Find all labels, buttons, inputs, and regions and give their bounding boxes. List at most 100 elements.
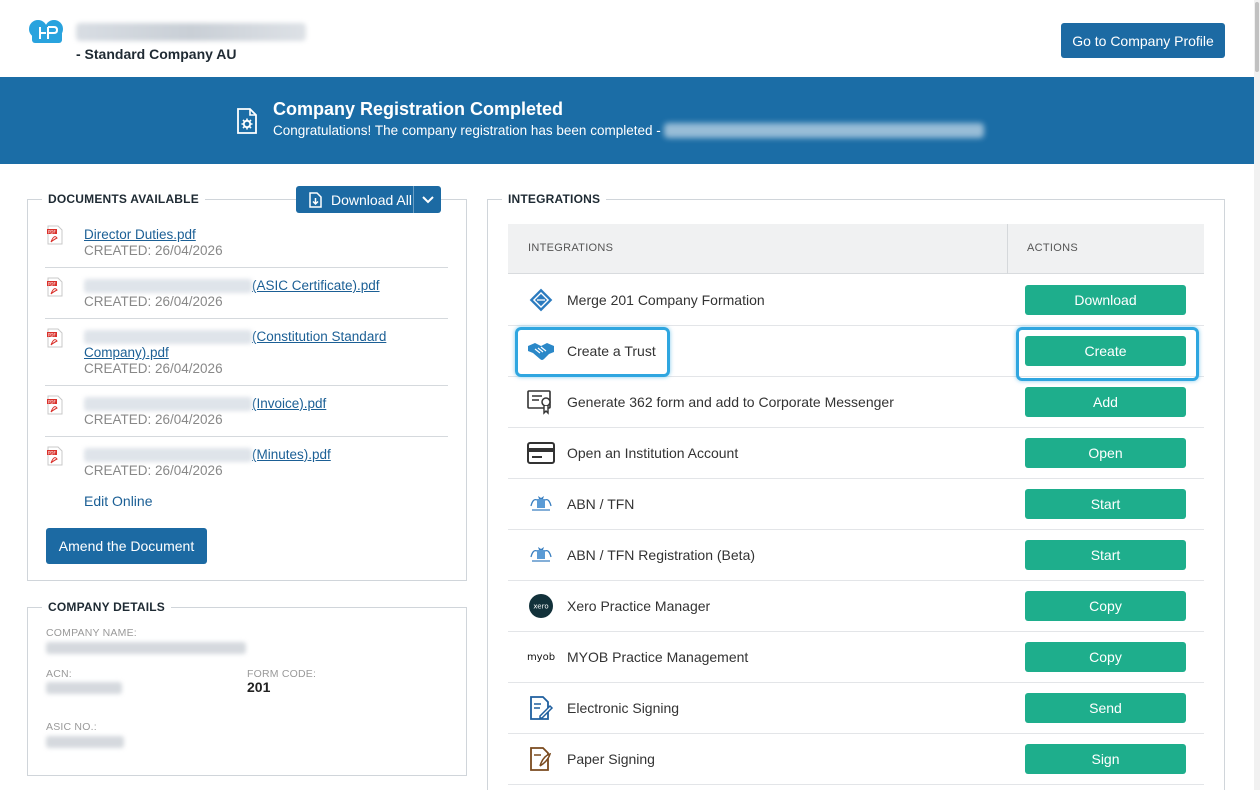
highlight-create-trust-label (515, 327, 670, 377)
amend-document-button[interactable]: Amend the Document (46, 528, 207, 564)
add-button[interactable]: Add (1025, 387, 1186, 417)
card-icon (527, 439, 555, 467)
banner-message: Congratulations! The company registratio… (273, 123, 661, 138)
company-logo-icon (29, 20, 63, 43)
myob-icon: myob (527, 643, 555, 671)
table-row: Merge 201 Company Formation Download (508, 275, 1204, 326)
open-button[interactable]: Open (1025, 438, 1186, 468)
start-button[interactable]: Start (1025, 540, 1186, 570)
svg-text:PDF: PDF (48, 399, 56, 404)
company-details-title: COMPANY DETAILS (42, 600, 172, 614)
document-suffix: (Minutes).pdf (252, 447, 331, 462)
document-gear-icon (237, 108, 257, 134)
download-divider (413, 186, 414, 213)
pdf-icon: PDF (47, 225, 63, 245)
table-row: myob MYOB Practice Management Copy (508, 632, 1204, 683)
table-row: Open an Institution Account Open (508, 428, 1204, 479)
paper-sign-icon (527, 745, 555, 773)
table-row: Generate 362 form and add to Corporate M… (508, 377, 1204, 428)
integration-label: Merge 201 Company Formation (567, 292, 765, 308)
svg-text:PDF: PDF (48, 281, 56, 286)
integrations-table-header: INTEGRATIONS ACTIONS (508, 224, 1204, 274)
integration-label: Paper Signing (567, 751, 655, 767)
column-header-actions: ACTIONS (1027, 242, 1078, 254)
table-row: Paper Signing Sign (508, 734, 1204, 785)
column-header-integrations: INTEGRATIONS (528, 242, 614, 254)
pdf-icon: PDF (47, 277, 63, 297)
document-link[interactable]: (Constitution Standard (84, 329, 386, 345)
banner-company-redacted (664, 123, 984, 138)
asic-redacted (46, 736, 124, 748)
download-all-label: Download All (331, 191, 412, 208)
send-button[interactable]: Send (1025, 693, 1186, 723)
download-all-button[interactable]: Download All (296, 186, 441, 213)
company-type-label: - Standard Company AU (76, 46, 237, 62)
document-created: CREATED: 26/04/2026 (84, 243, 223, 258)
document-name-redacted (84, 330, 252, 345)
integration-label: Open an Institution Account (567, 445, 739, 461)
integration-label: Xero Practice Manager (567, 598, 711, 614)
integrations-panel-title: INTEGRATIONS (502, 192, 607, 206)
company-name-redacted (76, 23, 306, 41)
table-row: Electronic Signing Send (508, 683, 1204, 734)
documents-panel-title: DOCUMENTS AVAILABLE (42, 192, 205, 206)
document-link[interactable]: (Invoice).pdf (84, 396, 326, 412)
integration-label: Generate 362 form and add to Corporate M… (567, 394, 894, 410)
acn-label: ACN: (46, 668, 72, 680)
completion-banner (0, 77, 1254, 164)
svg-text:PDF: PDF (48, 229, 56, 234)
highlight-create-button (1016, 327, 1199, 381)
edit-online-link[interactable]: Edit Online (84, 493, 152, 509)
document-link[interactable]: (ASIC Certificate).pdf (84, 278, 380, 294)
document-suffix: (Constitution Standard (252, 329, 387, 344)
coat-of-arms-icon (527, 490, 555, 518)
table-row: ABN / TFN Registration (Beta) Start (508, 530, 1204, 581)
start-button[interactable]: Start (1025, 489, 1186, 519)
integration-label: ABN / TFN Registration (Beta) (567, 547, 756, 563)
document-item: PDF (ASIC Certificate).pdf CREATED: 26/0… (45, 268, 448, 319)
document-created: CREATED: 26/04/2026 (84, 361, 223, 376)
table-row: ABN / TFN Start (508, 479, 1204, 530)
download-button[interactable]: Download (1025, 285, 1186, 315)
page-scrollbar[interactable] (1254, 0, 1260, 790)
myob-logo-text: myob (526, 651, 556, 663)
banner-title: Company Registration Completed (273, 99, 564, 119)
copy-button[interactable]: Copy (1025, 642, 1186, 672)
copy-button[interactable]: Copy (1025, 591, 1186, 621)
document-item: PDF (Minutes).pdf CREATED: 26/04/2026 (45, 437, 448, 485)
pdf-icon: PDF (47, 446, 63, 466)
integration-label: MYOB Practice Management (567, 649, 749, 665)
acn-redacted (46, 682, 122, 694)
coat-of-arms-icon (527, 541, 555, 569)
document-link[interactable]: Director Duties.pdf (84, 227, 196, 243)
pdf-icon: PDF (47, 328, 63, 348)
company-name-redacted (46, 642, 246, 654)
company-name-label: COMPANY NAME: (46, 627, 137, 639)
document-created: CREATED: 26/04/2026 (84, 412, 223, 427)
go-to-company-profile-button[interactable]: Go to Company Profile (1061, 23, 1225, 58)
svg-text:PDF: PDF (48, 450, 56, 455)
integration-label: ABN / TFN (567, 496, 635, 512)
certificate-icon (527, 388, 555, 416)
document-suffix: (ASIC Certificate).pdf (252, 278, 380, 293)
form-code-value: 201 (247, 679, 271, 695)
document-item: PDF (Invoice).pdf CREATED: 26/04/2026 (45, 386, 448, 437)
integration-label: Electronic Signing (567, 700, 680, 716)
document-created: CREATED: 26/04/2026 (84, 463, 223, 478)
xero-icon: xero (527, 592, 555, 620)
document-link[interactable]: (Minutes).pdf (84, 447, 331, 463)
document-item: PDF Director Duties.pdf CREATED: 26/04/2… (45, 222, 448, 268)
chevron-down-icon[interactable] (422, 196, 434, 204)
header-divider (1007, 224, 1008, 274)
sign-button[interactable]: Sign (1025, 744, 1186, 774)
merge-diamond-icon (527, 286, 555, 314)
table-row: xero Xero Practice Manager Copy (508, 581, 1204, 632)
document-link-continued[interactable]: Company).pdf (84, 345, 169, 361)
document-item: PDF (Constitution Standard Company).pdf … (45, 319, 448, 386)
document-name-redacted (84, 448, 252, 463)
document-name-redacted (84, 279, 252, 294)
scrollbar-thumb[interactable] (1255, 2, 1259, 72)
asic-label: ASIC NO.: (46, 721, 97, 733)
xero-icon-text: xero (533, 603, 548, 611)
document-created: CREATED: 26/04/2026 (84, 294, 223, 309)
